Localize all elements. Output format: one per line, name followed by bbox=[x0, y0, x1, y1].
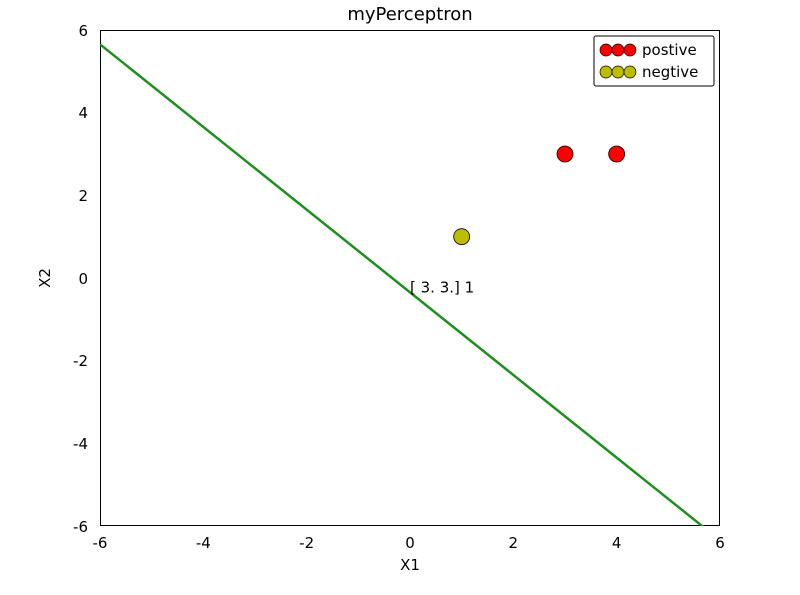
y-tick-label: -2 bbox=[73, 352, 88, 370]
legend-label-negative: negtive bbox=[642, 63, 698, 81]
x-tick: -4 bbox=[196, 24, 211, 552]
y-axis-label: X2 bbox=[36, 268, 54, 288]
x-axis-label: X1 bbox=[400, 556, 420, 574]
x-tick: 4 bbox=[612, 24, 622, 552]
x-tick: -6 bbox=[93, 24, 108, 552]
x-tick-label: -2 bbox=[299, 534, 314, 552]
x-tick-label: 6 bbox=[715, 534, 725, 552]
legend-marker-icon bbox=[612, 44, 624, 56]
y-tick: -4 bbox=[73, 435, 726, 453]
x-tick-label: 0 bbox=[405, 534, 415, 552]
annotation-label: [ 3. 3.] 1 bbox=[410, 278, 474, 296]
data-layer: [ 3. 3.] 1 bbox=[100, 44, 720, 540]
legend-marker-icon bbox=[600, 66, 612, 78]
x-tick: 6 bbox=[715, 24, 725, 552]
legend-marker-icon bbox=[624, 66, 636, 78]
data-point bbox=[609, 146, 625, 162]
y-tick: -6 bbox=[73, 518, 726, 536]
y-tick-label: 6 bbox=[78, 22, 88, 40]
x-tick-label: 2 bbox=[509, 534, 519, 552]
y-tick: 2 bbox=[78, 187, 726, 205]
data-point bbox=[557, 146, 573, 162]
y-tick-label: 4 bbox=[78, 104, 88, 122]
legend-marker-icon bbox=[624, 44, 636, 56]
x-tick-group: -6 -4 -2 0 2 4 6 bbox=[93, 24, 725, 552]
legend-label-positive: postive bbox=[642, 41, 697, 59]
x-tick: 2 bbox=[509, 24, 519, 552]
series-positive bbox=[557, 146, 625, 162]
y-tick-label: -6 bbox=[73, 518, 88, 536]
x-tick-label: 4 bbox=[612, 534, 622, 552]
y-tick: -2 bbox=[73, 352, 726, 370]
y-tick-label: 2 bbox=[78, 187, 88, 205]
series-negative bbox=[454, 229, 470, 245]
data-point bbox=[454, 229, 470, 245]
y-tick-label: 0 bbox=[78, 270, 88, 288]
legend-marker-icon bbox=[612, 66, 624, 78]
figure: { "chart_data": { "type": "scatter", "ti… bbox=[0, 0, 800, 595]
chart-title: myPerceptron bbox=[347, 4, 472, 25]
plot-area: myPerceptron X1 X2 -6 -4 -2 0 2 4 6 -6 -… bbox=[100, 30, 720, 526]
legend: postive negtive bbox=[594, 36, 714, 86]
y-tick: 4 bbox=[78, 104, 726, 122]
x-tick-label: -4 bbox=[196, 534, 211, 552]
x-tick: -2 bbox=[299, 24, 314, 552]
legend-marker-icon bbox=[600, 44, 612, 56]
y-tick-label: -4 bbox=[73, 435, 88, 453]
x-tick-label: -6 bbox=[93, 534, 108, 552]
y-tick-group: -6 -4 -2 0 2 4 6 bbox=[73, 22, 726, 536]
